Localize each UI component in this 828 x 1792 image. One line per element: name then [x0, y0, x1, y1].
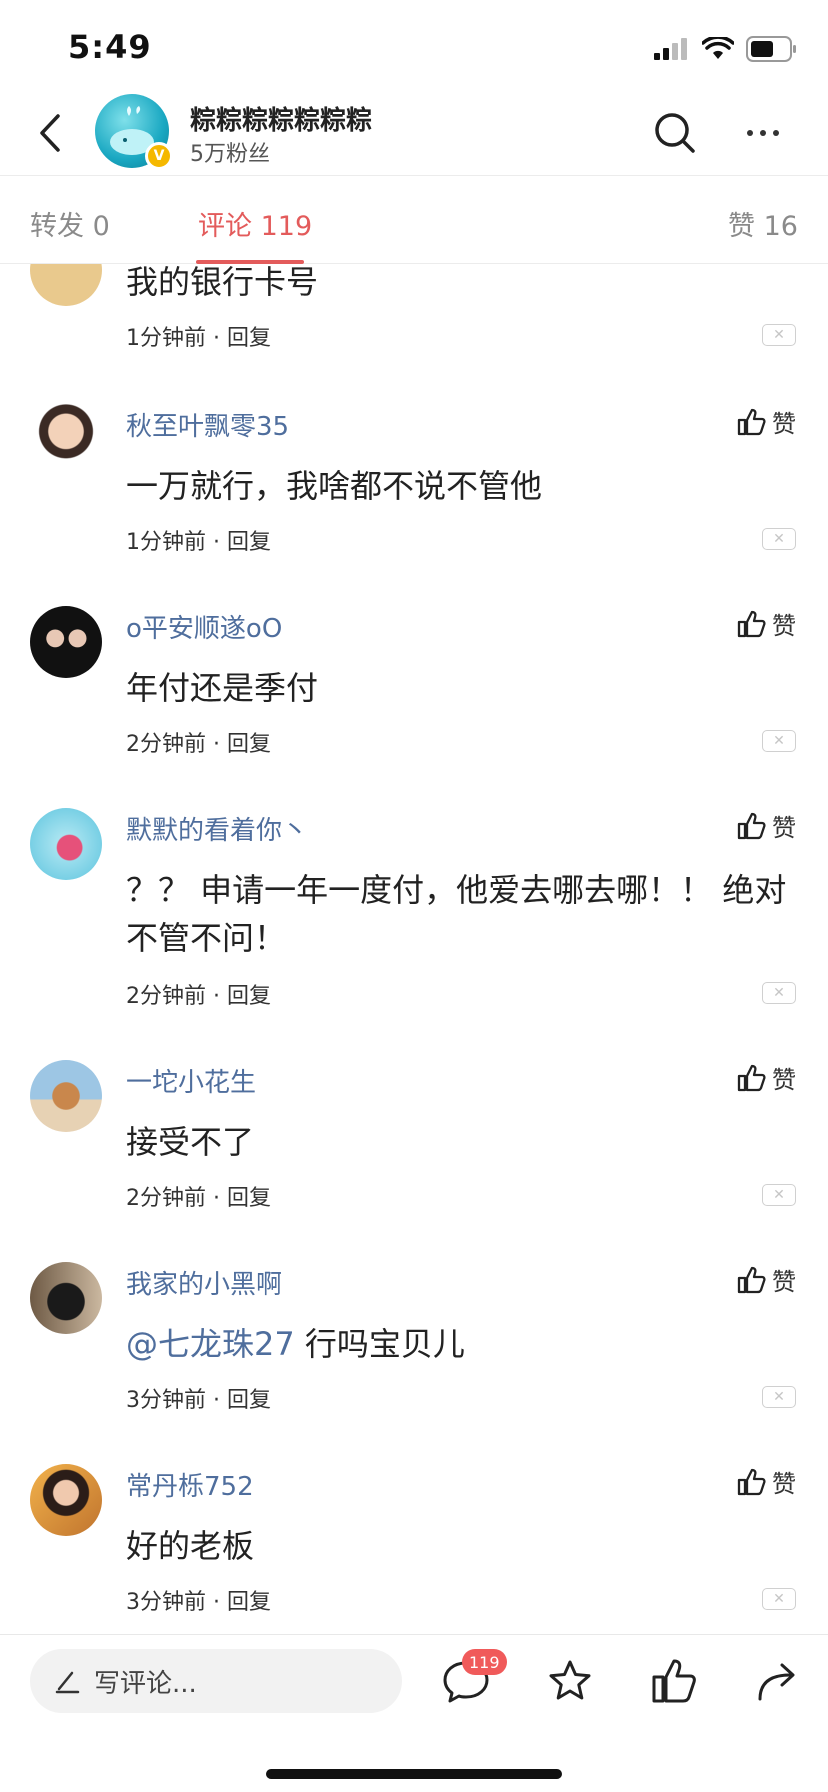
- comment-text: 接受不了: [126, 1123, 255, 1161]
- comment-text: 好的老板: [126, 1527, 255, 1565]
- comment-meta[interactable]: 2分钟前 · 回复: [126, 978, 271, 1010]
- comment-username[interactable]: 秋至叶飘零35: [126, 406, 289, 443]
- comment-avatar[interactable]: [30, 1464, 102, 1536]
- comment-like-button[interactable]: 赞: [736, 1464, 796, 1499]
- comment-avatar[interactable]: [30, 264, 102, 306]
- comment-close-button[interactable]: ✕: [762, 982, 796, 1004]
- thumbs-up-icon: [737, 408, 766, 435]
- comment-list[interactable]: 我的银行卡号 1分钟前 · 回复 ✕ 秋至叶飘零35 赞 一万就行，我啥都不说不…: [0, 264, 828, 1634]
- favorite-button[interactable]: [544, 1655, 596, 1707]
- comment-avatar[interactable]: [30, 1060, 102, 1132]
- comment-close-button[interactable]: ✕: [762, 1386, 796, 1408]
- comment-item: 秋至叶飘零35 赞 一万就行，我啥都不说不管他 1分钟前 · 回复 ✕: [0, 404, 828, 604]
- status-time: 5:49: [68, 28, 152, 66]
- comment-item: 常丹栎752 赞 好的老板 3分钟前 · 回复 ✕: [0, 1464, 828, 1634]
- verified-badge-icon: V: [145, 142, 173, 170]
- comment-like-button[interactable]: 赞: [736, 404, 796, 439]
- header: V 粽粽粽粽粽粽粽 5万粉丝: [0, 90, 828, 176]
- comment-mention-link[interactable]: @七龙珠27: [126, 1325, 295, 1363]
- search-icon: [655, 113, 695, 153]
- more-dot-icon: [747, 130, 753, 136]
- tab-likes[interactable]: 赞 16: [728, 204, 798, 243]
- comment-close-button[interactable]: ✕: [762, 1184, 796, 1206]
- comment-text: 我的银行卡号: [126, 264, 319, 301]
- comment-item: 默默的看着你丶 赞 ？？ 申请一年一度付，他爱去哪去哪！！ 绝对不管不问！ 2分…: [0, 808, 828, 1058]
- comment-like-label: 赞: [772, 1470, 796, 1498]
- back-button[interactable]: [30, 108, 70, 158]
- tab-comments[interactable]: 评论 119: [198, 204, 312, 243]
- home-indicator: [266, 1769, 562, 1779]
- comment-avatar[interactable]: [30, 808, 102, 880]
- channel-name[interactable]: 粽粽粽粽粽粽粽: [190, 100, 372, 137]
- comment-text: @七龙珠27 行吗宝贝儿: [126, 1320, 796, 1368]
- more-button[interactable]: [738, 108, 788, 158]
- comment-item: 我家的小黑啊 赞 @七龙珠27 行吗宝贝儿 3分钟前 · 回复 ✕: [0, 1262, 828, 1462]
- comment-meta[interactable]: 2分钟前 · 回复: [126, 1180, 271, 1212]
- channel-avatar[interactable]: V: [95, 94, 173, 170]
- share-button[interactable]: [752, 1655, 804, 1707]
- pen-icon: [55, 1671, 80, 1694]
- comment-like-button[interactable]: 赞: [736, 1262, 796, 1297]
- comment-text: 年付还是季付: [126, 669, 319, 707]
- comment-like-label: 赞: [772, 1268, 796, 1296]
- channel-fan-count: 5万粉丝: [190, 142, 270, 167]
- comment-username[interactable]: o平安顺遂oO: [126, 608, 282, 645]
- comment-username[interactable]: 一坨小花生: [126, 1062, 256, 1099]
- status-icons: [654, 34, 798, 64]
- comment-avatar[interactable]: [30, 1262, 102, 1334]
- comment-meta[interactable]: 1分钟前 · 回复: [126, 524, 271, 556]
- wifi-icon: [702, 37, 734, 59]
- thumbs-up-icon: [737, 812, 766, 839]
- tab-bar: 转发 0 评论 119 赞 16: [0, 176, 828, 264]
- comment-meta[interactable]: 3分钟前 · 回复: [126, 1584, 271, 1616]
- thumbs-up-icon: [737, 1266, 766, 1293]
- write-comment-placeholder: 写评论...: [94, 1668, 197, 1699]
- tab-forward[interactable]: 转发 0: [30, 204, 110, 243]
- bottom-action-bar: 写评论... 119: [0, 1634, 828, 1792]
- comment-like-label: 赞: [772, 1066, 796, 1094]
- battery-icon: [746, 36, 796, 62]
- comment-item: 我的银行卡号 1分钟前 · 回复 ✕: [0, 264, 828, 364]
- search-button[interactable]: [650, 108, 700, 158]
- status-bar: 5:49: [0, 0, 828, 90]
- comment-count-badge: 119: [462, 1649, 507, 1675]
- comment-item: o平安顺遂oO 赞 年付还是季付 2分钟前 · 回复 ✕: [0, 606, 828, 806]
- more-dot-icon: [760, 130, 766, 136]
- comment-like-label: 赞: [772, 410, 796, 438]
- thumbs-up-icon: [652, 1659, 696, 1703]
- signal-icon: [654, 38, 687, 60]
- comment-text: ？？ 申请一年一度付，他爱去哪去哪！！ 绝对不管不问！: [126, 871, 787, 957]
- back-arrow-icon: [40, 114, 60, 152]
- thumbs-up-icon: [737, 610, 766, 637]
- comment-meta[interactable]: 1分钟前 · 回复: [126, 320, 271, 352]
- comment-like-button[interactable]: 赞: [736, 1060, 796, 1095]
- comment-item: 一坨小花生 赞 接受不了 2分钟前 · 回复 ✕: [0, 1060, 828, 1260]
- comment-text-body: 行吗宝贝儿: [294, 1325, 465, 1363]
- share-arrow-icon: [758, 1663, 795, 1701]
- comment-meta[interactable]: 2分钟前 · 回复: [126, 726, 271, 758]
- comment-like-button[interactable]: 赞: [736, 606, 796, 641]
- comment-meta[interactable]: 3分钟前 · 回复: [126, 1382, 271, 1414]
- comment-text: 一万就行，我啥都不说不管他: [126, 467, 543, 505]
- comment-avatar[interactable]: [30, 606, 102, 678]
- star-icon: [549, 1660, 591, 1700]
- thumbs-up-icon: [737, 1468, 766, 1495]
- comment-avatar[interactable]: [30, 404, 102, 476]
- comment-username[interactable]: 我家的小黑啊: [126, 1264, 282, 1301]
- comment-close-button[interactable]: ✕: [762, 730, 796, 752]
- comment-like-button[interactable]: 赞: [736, 808, 796, 843]
- write-comment-input[interactable]: 写评论...: [30, 1649, 402, 1713]
- thumbs-up-icon: [737, 1064, 766, 1091]
- comment-username[interactable]: 默默的看着你丶: [126, 810, 308, 847]
- like-button[interactable]: [648, 1655, 700, 1707]
- comment-like-label: 赞: [772, 612, 796, 640]
- comment-close-button[interactable]: ✕: [762, 1588, 796, 1610]
- comment-username[interactable]: 常丹栎752: [126, 1466, 254, 1503]
- comment-close-button[interactable]: ✕: [762, 528, 796, 550]
- comment-close-button[interactable]: ✕: [762, 324, 796, 346]
- more-dot-icon: [773, 130, 779, 136]
- comment-like-label: 赞: [772, 814, 796, 842]
